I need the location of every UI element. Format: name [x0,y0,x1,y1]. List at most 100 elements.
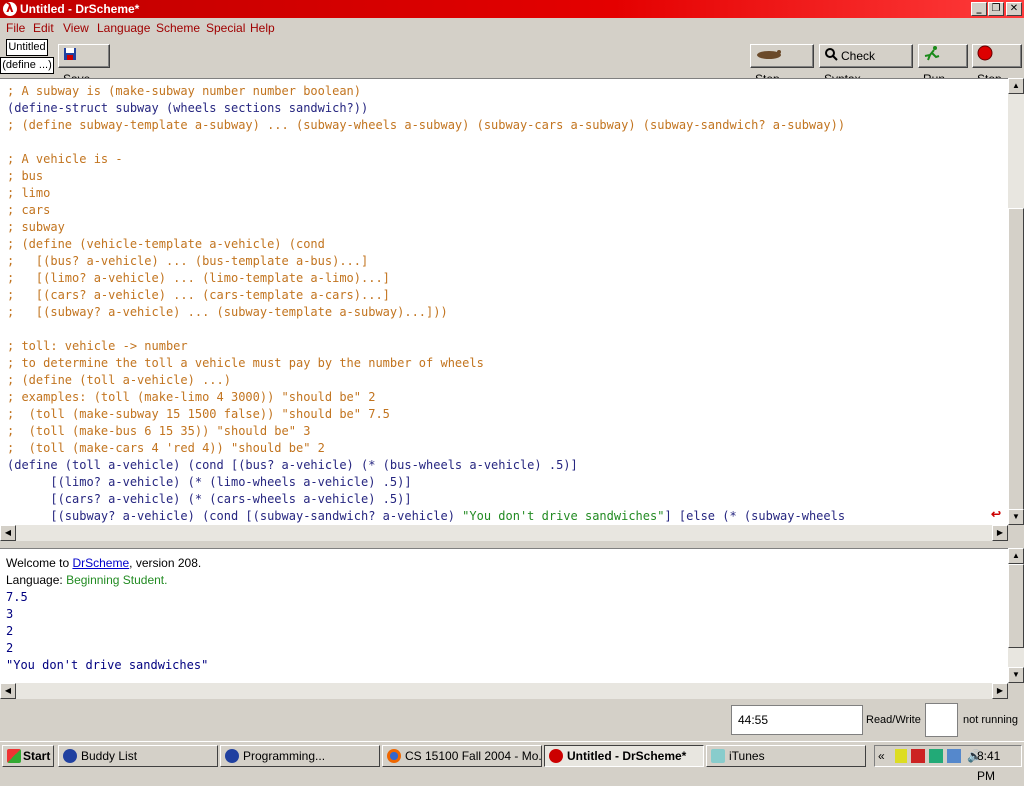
code-line: ; bus [7,169,44,183]
scroll-right-icon[interactable]: ▶ [992,683,1008,699]
tray-app-icon[interactable] [895,749,907,763]
code-line: ; (toll (make-cars 4 'red 4)) "should be… [7,441,325,455]
menu-file[interactable]: File [6,21,25,35]
aim-icon [225,749,239,763]
code-line: ; [(limo? a-vehicle) ... (limo-template … [7,271,390,285]
code-line: [(cars? a-vehicle) (* (cars-wheels a-veh… [7,492,412,506]
windows-taskbar: Start Buddy List Programming... CS 15100… [0,741,1024,783]
language-prefix: Language: [6,573,67,587]
run-button[interactable]: Run [918,44,968,86]
aim-icon [63,749,77,763]
repl-horizontal-scrollbar[interactable]: ◀ ▶ [0,683,1008,699]
start-button[interactable]: Start [2,745,54,767]
welcome-prefix: Welcome to [6,556,73,570]
code-segment: ] [else (* (subway-wheels [664,509,846,523]
maximize-button[interactable]: ❐ [988,2,1004,16]
code-line: ; toll: vehicle -> number [7,339,188,353]
code-line: ; A vehicle is - [7,152,123,166]
cursor-position: 44:55 [731,705,863,735]
code-line: ; to determine the toll a vehicle must p… [7,356,484,370]
repl-scroll-thumb[interactable] [1008,564,1024,648]
drscheme-lambda-icon [3,1,17,16]
minimize-button[interactable]: _ [971,2,987,16]
menu-language[interactable]: Language [97,21,150,35]
code-line: (define-struct subway (wheels sections s… [7,101,369,115]
task-programming[interactable]: Programming... [220,745,380,767]
code-line: ; (define (vehicle-template a-vehicle) (… [7,237,325,251]
code-line: (define (toll a-vehicle) (cond [(bus? a-… [7,458,578,472]
define-menu-button[interactable]: (define ...) [0,57,54,74]
code-area[interactable]: ; A subway is (make-subway number number… [7,83,845,525]
code-line: ; limo [7,186,51,200]
editor-scroll-thumb[interactable] [1008,208,1024,511]
code-line: ; (toll (make-bus 6 15 35)) "should be" … [7,424,311,438]
code-line: ; (define (toll a-vehicle) ...) [7,373,231,387]
task-firefox[interactable]: CS 15100 Fall 2004 - Mo... [382,745,542,767]
start-label: Start [23,749,51,763]
code-line: [(limo? a-vehicle) (* (limo-wheels a-veh… [7,475,412,489]
tray-app-icon[interactable] [929,749,943,763]
code-line: [(subway? a-vehicle) (cond [(subway-sand… [7,508,845,525]
repl-output: 7.5 [6,590,28,604]
repl-output: 2 [6,624,14,638]
code-line: ; [(cars? a-vehicle) ... (cars-template … [7,288,390,302]
scroll-down-icon[interactable]: ▼ [1008,667,1024,683]
drscheme-icon [549,749,563,763]
task-buddy-list[interactable]: Buddy List [58,745,218,767]
task-drscheme[interactable]: Untitled - DrScheme* [544,745,704,767]
repl-output: "You don't drive sandwiches" [6,658,209,672]
scroll-left-icon[interactable]: ◀ [0,525,16,541]
window-title: Untitled - DrScheme* [20,2,140,16]
scroll-right-icon[interactable]: ▶ [992,525,1008,541]
running-man-icon [923,45,941,68]
read-write-mode[interactable]: Read/Write [866,714,921,726]
stop-sign-icon [977,45,993,68]
system-tray: « 🔊 8:41 PM [874,745,1022,783]
gc-indicator [925,703,958,737]
code-line: ; cars [7,203,51,217]
language-line: Language: Beginning Student. [6,573,167,587]
scroll-down-icon[interactable]: ▼ [1008,509,1024,525]
check-syntax-button[interactable]: Check Syntax [819,44,913,86]
editor-horizontal-scrollbar[interactable]: ◀ ▶ [0,525,1008,541]
menu-help[interactable]: Help [250,21,275,35]
stop-button[interactable]: Stop [972,44,1022,86]
menu-special[interactable]: Special [206,21,245,35]
editor-vertical-scrollbar[interactable]: ▲ ▼ [1008,78,1024,525]
drscheme-link[interactable]: DrScheme [72,556,129,570]
repl-vertical-scrollbar[interactable]: ▲ ▼ [1008,548,1024,683]
itunes-icon [711,749,725,763]
scroll-up-icon[interactable]: ▲ [1008,78,1024,94]
definitions-editor[interactable]: ; A subway is (make-subway number number… [0,78,1008,525]
code-line: ; (toll (make-subway 15 1500 false)) "sh… [7,407,390,421]
zonealarm-icon[interactable] [911,749,925,763]
scroll-up-icon[interactable]: ▲ [1008,548,1024,564]
file-name-button[interactable]: Untitled [6,39,48,56]
code-segment: [(subway? a-vehicle) (cond [(subway-sand… [7,509,463,523]
language-value: Beginning Student. [66,573,168,587]
save-button[interactable]: Save [58,44,110,86]
task-itunes[interactable]: iTunes [706,745,866,767]
tray-expand-icon[interactable]: « [878,746,885,766]
title-bar: Untitled - DrScheme* _ ❐ ✕ [0,0,1024,18]
interactions-window[interactable]: Welcome to DrScheme, version 208. Langua… [0,548,1008,683]
step-button[interactable]: Step [750,44,814,86]
network-icon[interactable] [947,749,961,763]
clock[interactable]: 8:41 PM [977,746,1021,786]
footprint-icon [755,46,783,68]
menu-edit[interactable]: Edit [33,21,54,35]
menu-view[interactable]: View [63,21,89,35]
code-line: ; A subway is (make-subway number number… [7,84,362,98]
scroll-left-icon[interactable]: ◀ [0,683,16,699]
menu-scheme[interactable]: Scheme [156,21,200,35]
close-button[interactable]: ✕ [1006,2,1022,16]
welcome-suffix: , version 208. [129,556,202,570]
task-label: Untitled - DrScheme* [567,749,687,763]
repl-output: 3 [6,607,14,621]
windows-logo-icon [7,749,21,763]
welcome-line: Welcome to DrScheme, version 208. [6,556,201,570]
magnifier-icon [824,46,838,68]
task-label: Buddy List [81,749,138,763]
